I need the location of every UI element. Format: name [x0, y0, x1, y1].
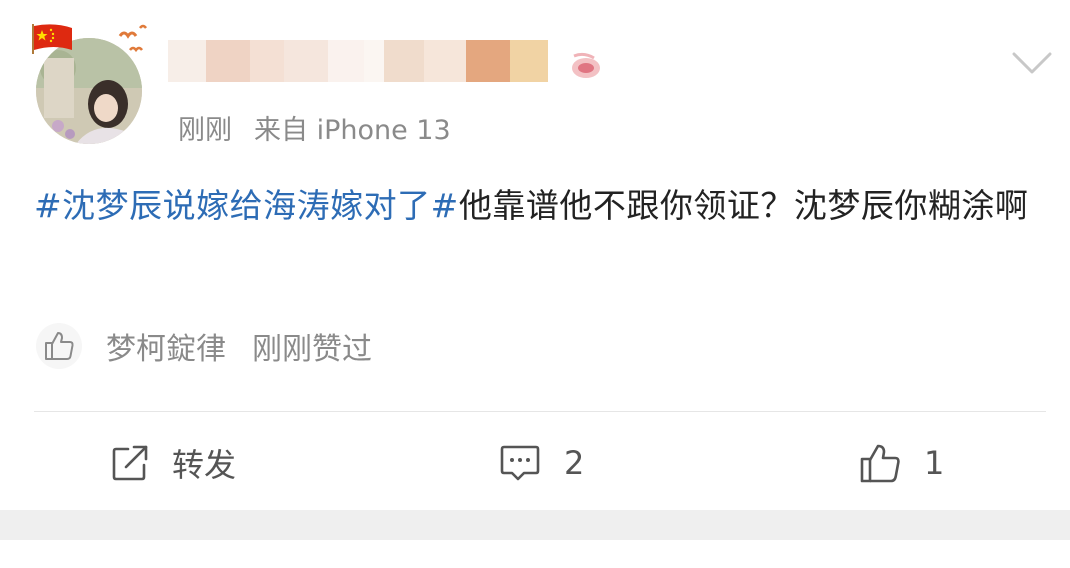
thumbs-up-icon — [45, 332, 74, 360]
post-meta: 刚刚 来自 iPhone 13 — [178, 108, 473, 147]
post-time: 刚刚 — [178, 115, 232, 146]
thumbs-up-icon — [860, 444, 900, 483]
separator-band — [0, 510, 1070, 540]
comment-icon — [500, 445, 540, 481]
avatar-group[interactable] — [30, 22, 150, 146]
post-content: #沈梦辰说嫁给海涛嫁对了#他靠谱他不跟你领证？沈梦辰你糊涂啊 — [34, 178, 1044, 234]
like-count: 1 — [924, 444, 945, 482]
liked-by-icon-wrap — [36, 323, 82, 369]
comment-count: 2 — [564, 444, 585, 482]
birds-icon — [118, 24, 147, 53]
author-name[interactable] — [168, 40, 548, 82]
china-flag-icon — [32, 24, 72, 54]
liked-by-name[interactable]: 梦柯錠律 — [106, 324, 226, 368]
share-icon — [112, 445, 148, 481]
liked-by-action: 刚刚赞过 — [252, 332, 372, 367]
author-name-blur — [168, 40, 548, 82]
post-source[interactable]: 来自 iPhone 13 — [254, 115, 451, 146]
vip-badge-icon — [572, 52, 600, 78]
weibo-post: 刚刚 来自 iPhone 13 #沈梦辰说嫁给海涛嫁对了#他靠谱他不跟你领证？沈梦… — [0, 0, 1070, 510]
post-text: 他靠谱他不跟你领证？沈梦辰你糊涂啊 — [458, 186, 1029, 225]
liked-by-row[interactable]: 梦柯錠律 刚刚赞过 — [36, 322, 372, 370]
next-post-stub — [0, 540, 1070, 568]
forward-button[interactable]: 转发 — [110, 438, 236, 488]
divider — [34, 411, 1046, 412]
topic-link[interactable]: #沈梦辰说嫁给海涛嫁对了# — [34, 186, 459, 225]
chevron-down-icon[interactable] — [1010, 48, 1054, 78]
comment-button[interactable]: 2 — [498, 438, 584, 488]
forward-label: 转发 — [172, 446, 237, 484]
like-button[interactable]: 1 — [858, 438, 944, 488]
